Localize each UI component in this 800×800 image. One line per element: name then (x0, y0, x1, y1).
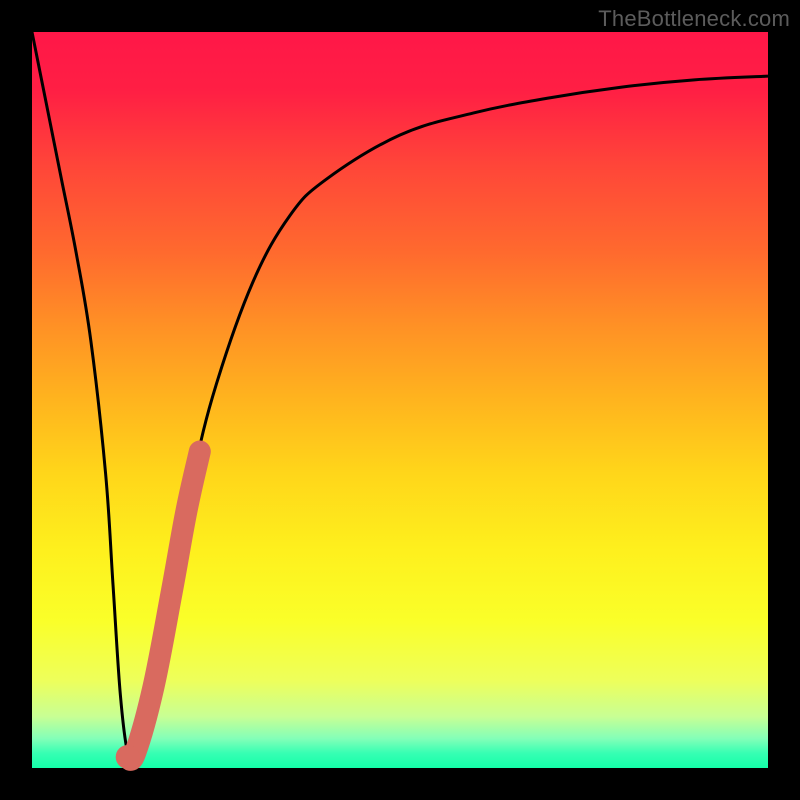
series-bottleneck-curve (32, 32, 768, 763)
chart-frame: TheBottleneck.com (0, 0, 800, 800)
highlight-segment-path (128, 452, 200, 760)
chart-svg (32, 32, 768, 768)
highlight-endpoint-dot (116, 745, 140, 769)
series-highlight-segment (116, 452, 200, 769)
plot-area (32, 32, 768, 768)
watermark-text: TheBottleneck.com (598, 6, 790, 32)
bottleneck-curve-path (32, 32, 768, 763)
